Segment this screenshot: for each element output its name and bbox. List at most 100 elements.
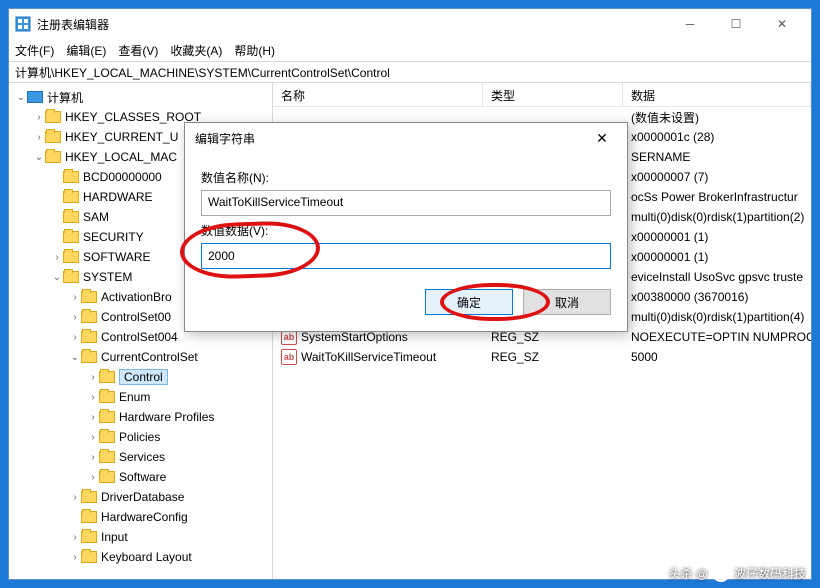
tree-label: ControlSet004 (101, 330, 178, 344)
chevron-icon[interactable] (33, 112, 45, 123)
value-type: REG_SZ (483, 350, 623, 364)
folder-icon (99, 471, 115, 483)
col-data[interactable]: 数据 (623, 83, 811, 106)
folder-icon (99, 411, 115, 423)
maximize-button[interactable]: ☐ (713, 9, 759, 39)
chevron-icon[interactable] (33, 132, 45, 143)
chevron-icon[interactable] (69, 292, 81, 303)
folder-icon (81, 291, 97, 303)
computer-icon (27, 91, 43, 103)
minimize-button[interactable]: ─ (667, 9, 713, 39)
tree-label: 计算机 (47, 89, 83, 106)
tree-item[interactable]: Software (9, 467, 272, 487)
folder-icon (45, 111, 61, 123)
col-type[interactable]: 类型 (483, 83, 623, 106)
tree-label: Policies (119, 430, 160, 444)
tree-item[interactable]: Input (9, 527, 272, 547)
folder-icon (99, 431, 115, 443)
value-data-label: 数值数据(V): (201, 222, 611, 239)
cancel-button[interactable]: 取消 (523, 289, 611, 315)
tree-item[interactable]: Enum (9, 387, 272, 407)
folder-icon (99, 451, 115, 463)
col-name[interactable]: 名称 (273, 83, 483, 106)
chevron-icon[interactable] (87, 412, 99, 423)
chevron-icon[interactable] (69, 532, 81, 543)
menu-view[interactable]: 查看(V) (118, 42, 158, 59)
value-name: SystemStartOptions (301, 330, 408, 344)
value-name-field: WaitToKillServiceTimeout (201, 190, 611, 216)
folder-icon (81, 311, 97, 323)
tree-item[interactable]: 计算机 (9, 87, 272, 107)
value-data: multi(0)disk(0)rdisk(1)partition(4) (623, 310, 811, 324)
value-data: multi(0)disk(0)rdisk(1)partition(2) (623, 210, 811, 224)
tree-item[interactable]: Policies (9, 427, 272, 447)
folder-icon (63, 251, 79, 263)
tree-label: Hardware Profiles (119, 410, 214, 424)
value-data: SERNAME (623, 150, 811, 164)
tree-item[interactable]: Control (9, 367, 272, 387)
chevron-icon[interactable] (33, 152, 45, 163)
folder-icon (45, 151, 61, 163)
tree-label: Software (119, 470, 166, 484)
folder-icon (63, 211, 79, 223)
chevron-icon[interactable] (87, 432, 99, 443)
menu-favorites[interactable]: 收藏夹(A) (170, 42, 222, 59)
chevron-icon[interactable] (69, 492, 81, 503)
close-button[interactable]: ✕ (759, 9, 805, 39)
value-data: NOEXECUTE=OPTIN NUMPROC (623, 330, 811, 344)
tree-item[interactable]: Services (9, 447, 272, 467)
chevron-icon[interactable] (51, 252, 63, 263)
dialog-close-button[interactable]: ✕ (587, 130, 617, 147)
reg-string-icon: ab (281, 349, 297, 365)
folder-icon (63, 171, 79, 183)
tree-label: SAM (83, 210, 109, 224)
folder-icon (81, 491, 97, 503)
value-data: x00000007 (7) (623, 170, 811, 184)
value-data: x00000001 (1) (623, 230, 811, 244)
menu-edit[interactable]: 编辑(E) (66, 42, 106, 59)
chevron-icon[interactable] (87, 392, 99, 403)
value-name-label: 数值名称(N): (201, 169, 611, 186)
folder-icon (81, 551, 97, 563)
value-name: WaitToKillServiceTimeout (301, 350, 436, 364)
value-data: ocSs Power BrokerInfrastructur (623, 190, 811, 204)
tree-item[interactable]: CurrentControlSet (9, 347, 272, 367)
tree-label: Services (119, 450, 165, 464)
chevron-icon[interactable] (69, 312, 81, 323)
tree-label: ControlSet00 (101, 310, 171, 324)
value-data-input[interactable] (201, 243, 611, 269)
value-data: 5000 (623, 350, 811, 364)
folder-icon (81, 331, 97, 343)
chevron-icon[interactable] (69, 332, 81, 343)
value-data: eviceInstall UsoSvc gpsvc truste (623, 270, 811, 284)
menu-help[interactable]: 帮助(H) (234, 42, 275, 59)
chevron-icon[interactable] (51, 272, 63, 283)
watermark-avatar-icon (712, 564, 730, 582)
chevron-icon[interactable] (87, 452, 99, 463)
chevron-icon[interactable] (87, 472, 99, 483)
tree-item[interactable]: Hardware Profiles (9, 407, 272, 427)
chevron-icon[interactable] (87, 372, 99, 383)
tree-item[interactable]: Keyboard Layout (9, 547, 272, 567)
value-data: x0000001c (28) (623, 130, 811, 144)
tree-label: Enum (119, 390, 150, 404)
tree-item[interactable]: DriverDatabase (9, 487, 272, 507)
watermark-name: 波仔数码科技 (734, 565, 806, 582)
folder-icon (99, 391, 115, 403)
ok-button[interactable]: 确定 (425, 289, 513, 315)
menu-file[interactable]: 文件(F) (15, 42, 54, 59)
tree-label: HKEY_CURRENT_U (65, 130, 178, 144)
window-title: 注册表编辑器 (37, 16, 667, 33)
chevron-icon[interactable] (69, 352, 81, 363)
folder-icon (81, 351, 97, 363)
tree-label: BCD00000000 (83, 170, 162, 184)
address-bar[interactable]: 计算机\HKEY_LOCAL_MACHINE\SYSTEM\CurrentCon… (9, 61, 811, 83)
tree-label: CurrentControlSet (101, 350, 198, 364)
list-row[interactable]: ab WaitToKillServiceTimeout REG_SZ5000 (273, 347, 811, 367)
tree-label: HKEY_LOCAL_MAC (65, 150, 177, 164)
tree-item[interactable]: HardwareConfig (9, 507, 272, 527)
tree-label: HARDWARE (83, 190, 153, 204)
folder-icon (63, 231, 79, 243)
chevron-icon[interactable] (15, 92, 27, 103)
chevron-icon[interactable] (69, 552, 81, 563)
